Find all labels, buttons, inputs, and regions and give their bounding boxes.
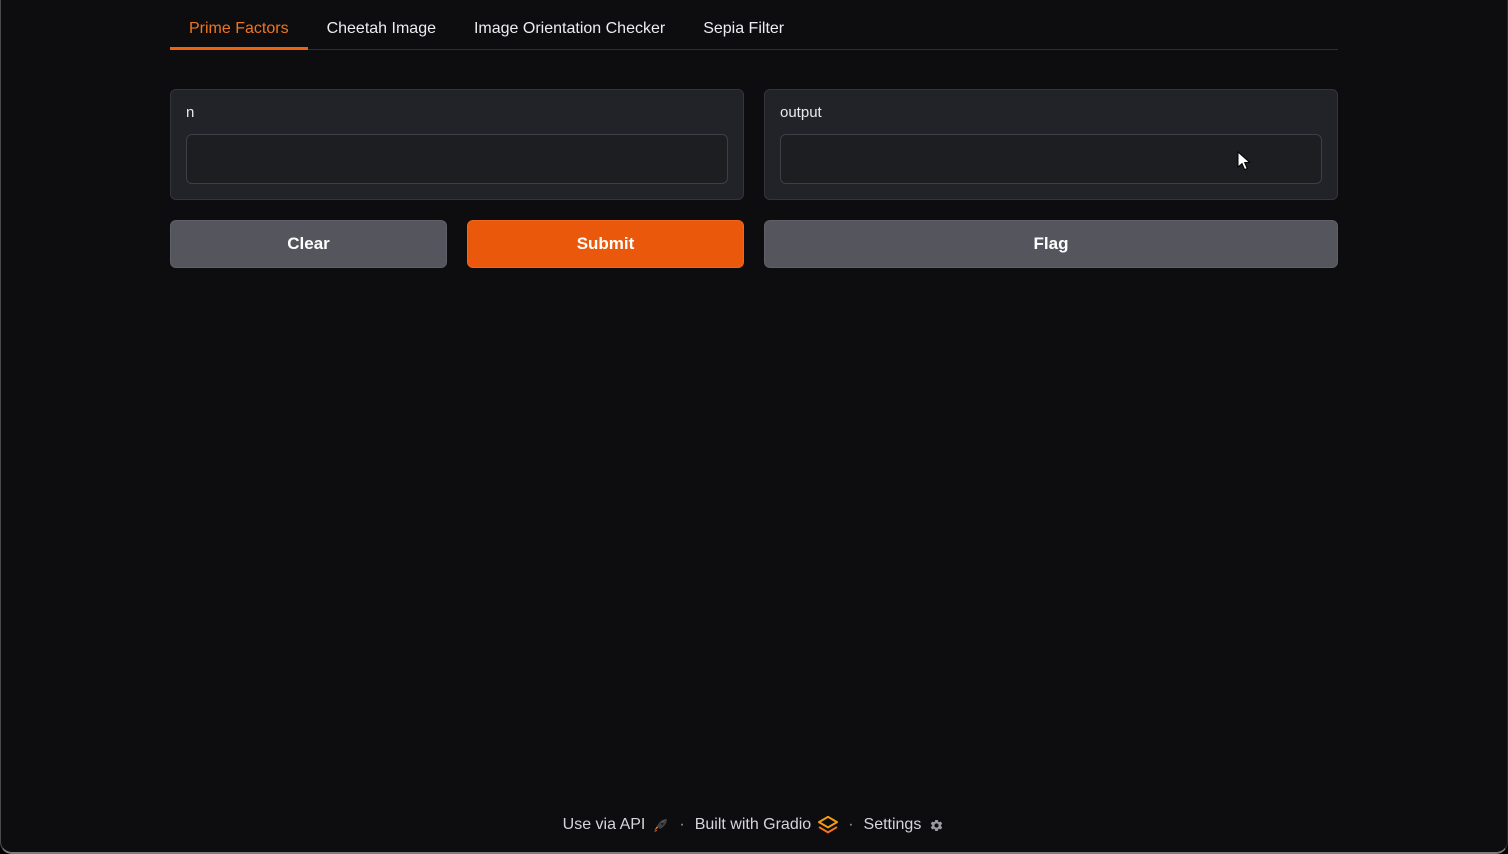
output-panel: output [764,89,1338,200]
settings-link[interactable]: Settings [864,816,946,834]
tab-bar: Prime Factors Cheetah Image Image Orient… [170,10,1338,50]
footer: Use via API · Built with Gradio [1,816,1507,834]
input-panel: n [170,89,744,200]
footer-separator: · [679,816,684,834]
output-label: output [780,104,1322,121]
flag-button[interactable]: Flag [764,220,1338,268]
rocket-icon [652,817,669,834]
submit-button[interactable]: Submit [467,220,744,268]
use-via-api-label: Use via API [563,816,646,834]
built-with-gradio-link[interactable]: Built with Gradio [695,816,839,834]
clear-button[interactable]: Clear [170,220,447,268]
use-via-api-link[interactable]: Use via API [563,816,670,834]
tab-image-orientation-checker[interactable]: Image Orientation Checker [455,10,684,50]
settings-gear-icon [928,817,945,834]
input-label: n [186,104,728,121]
tab-sepia-filter[interactable]: Sepia Filter [684,10,803,50]
tab-cheetah-image[interactable]: Cheetah Image [308,10,455,50]
main-content: n output Clear Submit Flag [154,89,1354,268]
output-field[interactable] [780,134,1322,184]
n-input[interactable] [186,134,728,184]
built-with-gradio-label: Built with Gradio [695,816,812,834]
button-row: Clear Submit Flag [170,220,1338,268]
app-window: Prime Factors Cheetah Image Image Orient… [0,0,1508,854]
settings-label: Settings [864,816,922,834]
tab-prime-factors[interactable]: Prime Factors [170,10,308,50]
footer-separator: · [848,816,853,834]
gradio-logo-icon [818,816,838,834]
